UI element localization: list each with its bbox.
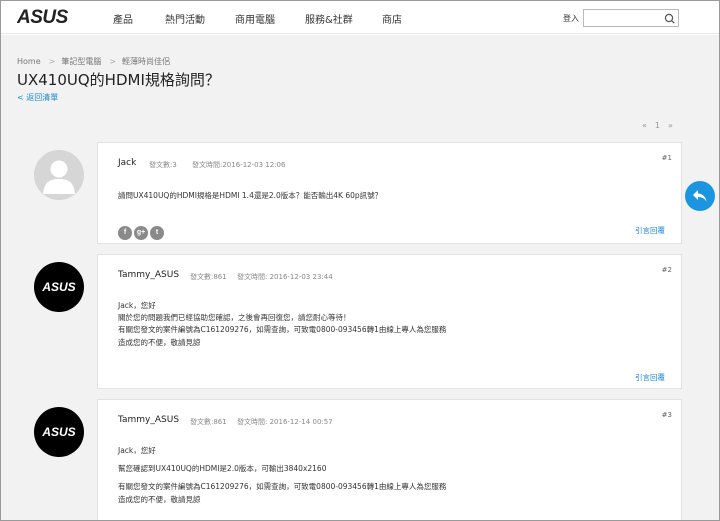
prev-page-button[interactable]: «	[642, 121, 647, 130]
post-card-2: Tammy_ASUS 發文數:861 發文時間: 2016-12-03 23:4…	[97, 254, 682, 389]
breadcrumb: Home > 筆記型電腦 > 輕薄時尚佳侶	[17, 56, 172, 67]
chevron-right-icon: >	[48, 57, 56, 66]
post-author[interactable]: Tammy_ASUS	[118, 270, 179, 280]
svg-text:ASUS: ASUS	[17, 7, 69, 27]
svg-text:ASUS: ASUS	[41, 280, 75, 294]
post-count: 發文數:861	[190, 418, 227, 426]
post-number: #1	[661, 154, 672, 162]
avatar-default[interactable]	[34, 150, 84, 200]
chevron-right-icon: >	[109, 57, 117, 66]
post-body: Jack，您好 關於您的問題我們已經協助您確認，之後會再回復您，請您耐心等待！ …	[118, 301, 447, 347]
post-card-1: Jack 發文數:3 發文時間:2016-12-03 12:06 #1 請問UX…	[97, 142, 682, 244]
social-share: f g+ t	[118, 219, 166, 240]
quote-reply-link[interactable]: 引言回覆	[635, 225, 665, 236]
facebook-icon[interactable]: f	[118, 226, 132, 240]
top-navigation: ASUS 產品 熱門活動 商用電腦 服務&社群 商店 登入	[1, 1, 719, 34]
asus-logo[interactable]: ASUS	[17, 7, 79, 27]
content-area: Home > 筆記型電腦 > 輕薄時尚佳侶 UX410UQ的HDMI規格詢問？ < 返回…	[1, 35, 719, 520]
search-box	[583, 9, 679, 31]
breadcrumb-notebooks[interactable]: 筆記型電腦	[61, 57, 101, 66]
asus-logo-icon: ASUS	[41, 280, 75, 294]
svg-text:ASUS: ASUS	[41, 425, 75, 439]
search-input[interactable]	[584, 14, 660, 31]
quote-reply-link[interactable]: 引言回覆	[635, 372, 665, 383]
post-count: 發文數:3	[149, 161, 177, 169]
avatar-asus[interactable]: ASUS	[34, 407, 84, 457]
nav-item-products[interactable]: 產品	[113, 11, 133, 26]
post-body: Jack，您好 幫您確認到UX410UQ的HDMI是2.0版本，可輸出3840x…	[118, 446, 447, 504]
post-count: 發文數:861	[190, 273, 227, 281]
nav-item-events[interactable]: 熱門活動	[165, 11, 205, 26]
post-body: 請問UX410UQ的HDMI規格是HDMI 1.4還是2.0版本？能否輸出4K …	[118, 191, 383, 200]
page-title: UX410UQ的HDMI規格詢問？	[17, 71, 220, 89]
next-page-button[interactable]: »	[668, 121, 673, 130]
browser-frame: ASUS 產品 熱門活動 商用電腦 服務&社群 商店 登入 Home > 筆記型電腦…	[0, 0, 720, 521]
back-to-list-link[interactable]: < 返回清單	[17, 92, 58, 103]
post-number: #3	[661, 411, 672, 419]
google-plus-icon[interactable]: g+	[134, 226, 148, 240]
current-page[interactable]: 1	[655, 121, 660, 130]
pagination: « 1 »	[642, 121, 681, 130]
nav-item-service[interactable]: 服務&社群	[305, 11, 353, 26]
avatar-asus[interactable]: ASUS	[34, 262, 84, 312]
nav-item-business[interactable]: 商用電腦	[235, 11, 275, 26]
post-time: 發文時間:2016-12-03 12:06	[192, 161, 286, 169]
floating-reply-button[interactable]	[685, 181, 715, 211]
user-silhouette-icon	[43, 160, 75, 194]
breadcrumb-home[interactable]: Home	[17, 57, 41, 66]
post-card-3: Tammy_ASUS 發文數:861 發文時間: 2016-12-14 00:5…	[97, 399, 682, 520]
post-author[interactable]: Jack	[118, 158, 136, 168]
search-icon[interactable]	[664, 13, 675, 24]
post-time: 發文時間: 2016-12-14 00:57	[237, 418, 333, 426]
twitter-icon[interactable]: t	[150, 226, 164, 240]
post-author[interactable]: Tammy_ASUS	[118, 415, 179, 425]
post-number: #2	[661, 266, 672, 274]
asus-logo-icon: ASUS	[41, 425, 75, 439]
login-link[interactable]: 登入	[563, 13, 579, 24]
reply-arrow-icon	[693, 190, 707, 202]
post-time: 發文時間: 2016-12-03 23:44	[237, 273, 333, 281]
nav-item-store[interactable]: 商店	[382, 11, 402, 26]
breadcrumb-category[interactable]: 輕薄時尚佳侶	[122, 57, 170, 66]
